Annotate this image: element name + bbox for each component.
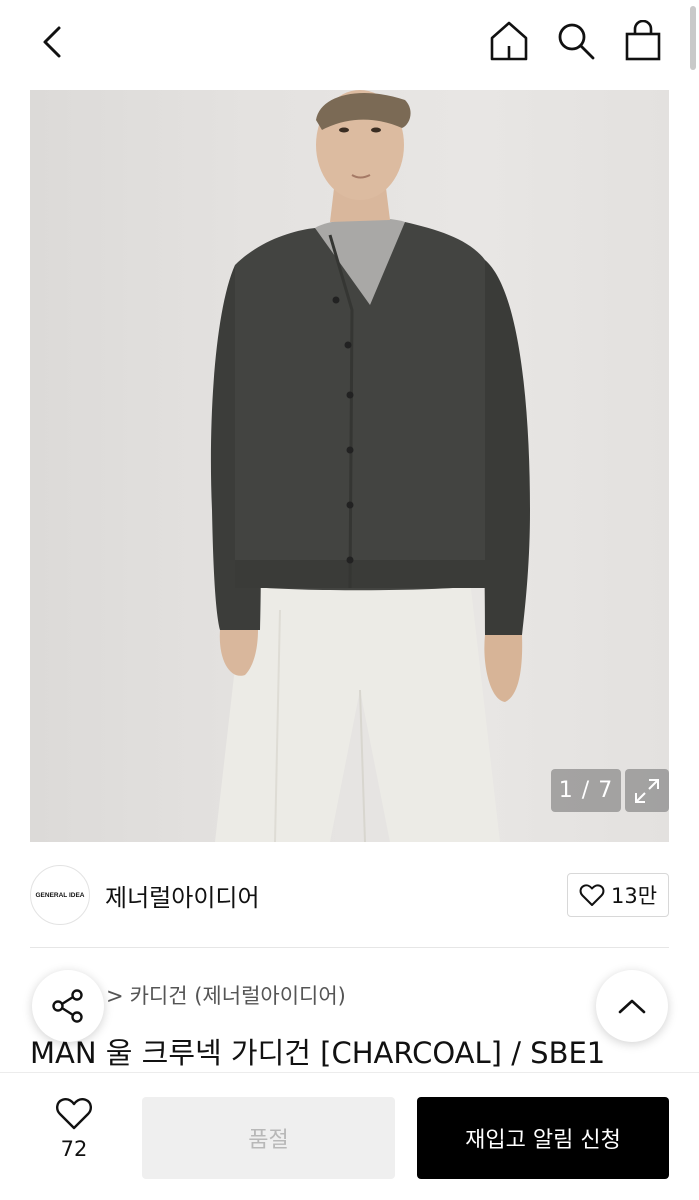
product-title: MAN 울 크루넥 가디건 [CHARCOAL] / SBE1 <box>30 1036 606 1070</box>
search-button[interactable] <box>553 18 599 64</box>
product-image[interactable] <box>30 90 669 842</box>
restock-alert-button[interactable]: 재입고 알림 신청 <box>417 1097 669 1179</box>
divider <box>30 947 669 948</box>
wishlist-count: 72 <box>60 1137 88 1161</box>
brand-logo[interactable]: GENERAL IDEA <box>30 865 90 925</box>
home-button[interactable] <box>486 18 532 64</box>
home-icon <box>490 21 528 61</box>
brand-row[interactable]: GENERAL IDEA 제너럴아이디어 13만 <box>30 862 669 930</box>
breadcrumb-item[interactable]: 카디건 (제너럴아이디어) <box>130 984 346 1008</box>
image-counter: 1 / 7 <box>551 769 621 812</box>
wishlist-button[interactable]: 72 <box>40 1097 108 1173</box>
expand-icon <box>635 778 659 803</box>
chevron-left-icon <box>43 26 61 58</box>
expand-image-button[interactable] <box>625 769 669 812</box>
brand-name[interactable]: 제너럴아이디어 <box>105 878 260 913</box>
top-navigation-bar <box>0 0 699 88</box>
bottom-action-bar: 72 품절 재입고 알림 신청 <box>0 1072 699 1200</box>
chevron-up-icon <box>618 999 646 1014</box>
share-icon <box>52 989 83 1023</box>
brand-logo-text: GENERAL IDEA <box>35 891 85 899</box>
back-button[interactable] <box>30 20 74 64</box>
heart-icon <box>579 884 605 906</box>
search-icon <box>558 23 595 60</box>
scroll-top-button[interactable] <box>596 970 668 1042</box>
scrollbar[interactable] <box>690 6 696 70</box>
shopping-bag-icon <box>625 20 661 61</box>
cart-button[interactable] <box>620 18 666 64</box>
heart-icon <box>56 1098 92 1130</box>
product-photo <box>210 90 530 842</box>
breadcrumb-separator: > <box>106 984 124 1008</box>
soldout-button[interactable]: 품절 <box>142 1097 395 1179</box>
brand-like-button[interactable]: 13만 <box>567 873 669 917</box>
brand-like-count: 13만 <box>610 884 658 908</box>
share-button[interactable] <box>32 970 104 1042</box>
